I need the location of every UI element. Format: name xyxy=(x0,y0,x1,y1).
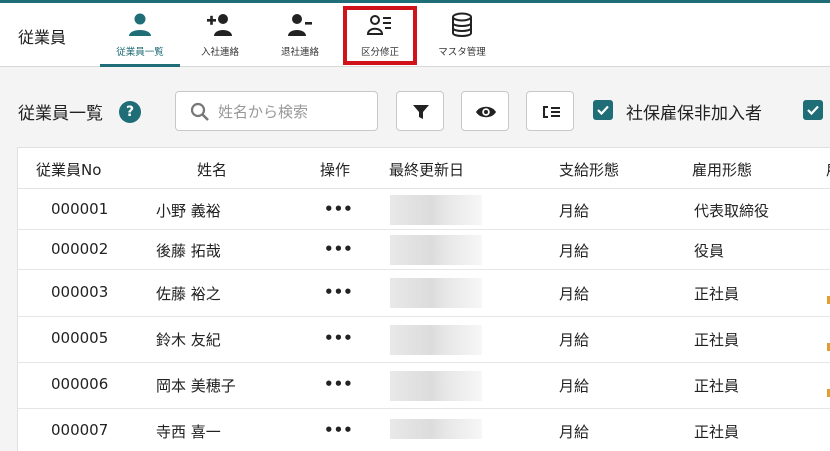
checkbox-label: 社保雇保非加入者 xyxy=(626,104,762,124)
pay-type: 月給 xyxy=(559,377,590,395)
pay-type: 月給 xyxy=(559,242,590,260)
nav-employee-list[interactable]: 従業員一覧 xyxy=(100,6,180,67)
more-actions-icon[interactable]: ••• xyxy=(324,421,353,439)
database-icon xyxy=(452,12,472,37)
employee-table: 従業員No 姓名 操作 最終更新日 支給形態 雇用形態 雇 000001 小野 … xyxy=(17,147,830,451)
person-icon xyxy=(129,13,151,36)
col-header-employee-no[interactable]: 従業員No xyxy=(36,159,101,180)
page-title: 従業員一覧 xyxy=(18,104,103,124)
employee-name: 鈴木 友紀 xyxy=(156,331,221,349)
table-row[interactable]: 000002 後藤 拓哉 ••• 月給 役員 xyxy=(18,230,830,270)
search-icon xyxy=(190,102,209,121)
employee-no: 000007 xyxy=(51,421,109,439)
more-actions-icon[interactable]: ••• xyxy=(324,240,353,258)
nav-label: 入社連絡 xyxy=(200,47,239,58)
app-title: 従業員 xyxy=(18,28,67,47)
pay-type: 月給 xyxy=(559,202,590,220)
nav-label: 従業員一覧 xyxy=(116,47,164,58)
employment-type: 正社員 xyxy=(694,285,740,303)
table-row[interactable]: 000003 佐藤 裕之 ••• 月給 正社員 xyxy=(18,270,830,317)
redacted-date xyxy=(390,325,482,355)
table-header: 従業員No 姓名 操作 最終更新日 支給形態 雇用形態 雇 xyxy=(18,148,830,189)
filter-button[interactable] xyxy=(396,91,444,131)
redacted-date xyxy=(390,278,482,308)
social-insurance-checkbox[interactable] xyxy=(593,100,613,120)
nav-leave-notice[interactable]: 退社連絡 xyxy=(260,6,340,64)
pay-type: 月給 xyxy=(559,285,590,303)
table-row[interactable]: 000007 寺西 喜一 ••• 月給 正社員 xyxy=(18,409,830,451)
employment-type: 代表取締役 xyxy=(694,202,770,220)
nav-master-management[interactable]: マスタ管理 xyxy=(422,6,502,64)
employee-no: 000002 xyxy=(51,240,109,258)
redacted-date xyxy=(390,235,482,265)
redacted-date xyxy=(390,419,482,439)
nav-label: 退社連絡 xyxy=(280,47,319,58)
person-add-icon xyxy=(207,14,232,36)
search-box[interactable] xyxy=(175,91,378,131)
col-header-last-updated[interactable]: 最終更新日 xyxy=(389,159,464,180)
view-button[interactable] xyxy=(461,91,509,131)
extra-checkbox[interactable] xyxy=(803,100,823,120)
table-row[interactable]: 000005 鈴木 友紀 ••• 月給 正社員 xyxy=(18,317,830,363)
employee-no: 000003 xyxy=(51,283,109,301)
more-actions-icon[interactable]: ••• xyxy=(324,329,353,347)
col-header-employment-type[interactable]: 雇用形態 xyxy=(692,159,752,180)
column-settings-button[interactable] xyxy=(526,91,574,131)
table-row[interactable]: 000006 岡本 美穂子 ••• 月給 正社員 xyxy=(18,363,830,409)
col-header-pay-type[interactable]: 支給形態 xyxy=(559,159,619,180)
employee-name: 寺西 喜一 xyxy=(156,423,221,441)
filter-icon xyxy=(413,105,429,119)
check-icon xyxy=(597,105,609,116)
employee-no: 000006 xyxy=(51,375,109,393)
search-input[interactable] xyxy=(218,101,368,123)
person-remove-icon xyxy=(288,14,312,36)
employee-name: 佐藤 裕之 xyxy=(156,285,221,303)
col-header-action: 操作 xyxy=(320,161,351,179)
employee-name: 後藤 拓哉 xyxy=(156,242,221,260)
more-actions-icon[interactable]: ••• xyxy=(324,375,353,393)
col-header-truncated[interactable]: 雇 xyxy=(826,159,830,180)
employee-no: 000001 xyxy=(51,200,109,218)
pay-type: 月給 xyxy=(559,423,590,441)
employment-type: 役員 xyxy=(694,242,725,260)
redacted-date xyxy=(390,195,482,225)
eye-icon xyxy=(476,106,496,118)
pay-type: 月給 xyxy=(559,331,590,349)
more-actions-icon[interactable]: ••• xyxy=(324,283,353,301)
col-header-name[interactable]: 姓名 xyxy=(197,159,227,180)
more-actions-icon[interactable]: ••• xyxy=(324,200,353,218)
employee-name: 小野 義裕 xyxy=(156,202,221,220)
employment-type: 正社員 xyxy=(694,331,740,349)
employment-type: 正社員 xyxy=(694,377,740,395)
redacted-date xyxy=(390,371,482,401)
employment-type: 正社員 xyxy=(694,423,740,441)
employee-name: 岡本 美穂子 xyxy=(156,377,236,395)
table-row[interactable]: 000001 小野 義裕 ••• 月給 代表取締役 xyxy=(18,189,830,230)
nav-label: マスタ管理 xyxy=(438,47,486,58)
check-icon xyxy=(807,105,819,116)
help-icon[interactable]: ? xyxy=(119,101,141,123)
employee-no: 000005 xyxy=(51,329,109,347)
nav-hire-notice[interactable]: 入社連絡 xyxy=(180,6,260,64)
highlight-box xyxy=(343,6,417,65)
column-list-icon xyxy=(543,106,560,118)
